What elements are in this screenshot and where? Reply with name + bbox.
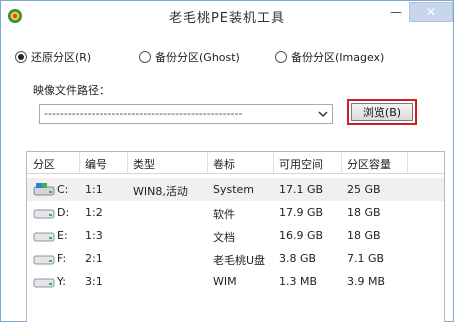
radio-indicator: [275, 51, 287, 63]
partition-number: 1:1: [85, 183, 103, 196]
partition-number: 1:2: [85, 206, 103, 219]
drive-icon: [33, 209, 55, 219]
radio-label: 备份分区(Ghost): [155, 51, 240, 64]
volume-label: System: [213, 183, 255, 196]
minimize-button[interactable]: —: [383, 2, 409, 22]
volume-label: WIM: [213, 275, 237, 288]
drive-icon: [33, 255, 55, 265]
radio-checked-indicator: [15, 51, 27, 63]
system-drive-icon: [33, 183, 55, 196]
drive-letter: D:: [57, 206, 70, 219]
drive-letter: C:: [57, 183, 69, 196]
drive-icon: [33, 278, 55, 288]
table-row[interactable]: Y: 3:1 WIM 1.3 MB 3.9 MB: [27, 270, 444, 293]
radio-indicator: [139, 51, 151, 63]
column-header-label[interactable]: 卷标: [213, 156, 235, 172]
column-header-number[interactable]: 编号: [85, 156, 107, 172]
column-header-capacity[interactable]: 分区容量: [347, 156, 391, 172]
image-path-label: 映像文件路径：: [33, 84, 110, 97]
drive-letter: F:: [57, 252, 67, 265]
column-header-partition[interactable]: 分区: [33, 156, 55, 172]
image-path-value: ----------------------------------------…: [44, 107, 243, 120]
image-path-combobox[interactable]: ----------------------------------------…: [39, 104, 333, 124]
table-row[interactable]: F: 2:1 老毛桃U盘 3.8 GB 7.1 GB: [27, 247, 444, 270]
partition-capacity: 3.9 MB: [347, 275, 386, 288]
column-header-free-space[interactable]: 可用空间: [279, 156, 323, 172]
chevron-down-icon[interactable]: [316, 107, 330, 121]
browse-highlight: 浏览(B): [347, 99, 417, 125]
partition-capacity: 25 GB: [347, 183, 381, 196]
volume-label: 软件: [213, 208, 235, 221]
partition-type: WIN8,活动: [133, 185, 188, 198]
partition-capacity: 18 GB: [347, 206, 381, 219]
table-header: 分区 编号 类型 卷标 可用空间 分区容量: [27, 152, 444, 174]
free-space: 17.1 GB: [279, 183, 324, 196]
browse-button[interactable]: 浏览(B): [351, 103, 413, 121]
radio-backup-ghost[interactable]: 备份分区(Ghost): [139, 49, 240, 65]
drive-letter: E:: [57, 229, 68, 242]
mode-radio-group: 还原分区(R) 备份分区(Ghost) 备份分区(Imagex): [15, 49, 445, 67]
partition-table[interactable]: 分区 编号 类型 卷标 可用空间 分区容量 C: 1:1 WIN8,活动 Sys…: [26, 151, 445, 322]
volume-label: 老毛桃U盘: [213, 254, 266, 267]
free-space: 1.3 MB: [279, 275, 318, 288]
radio-restore-partition[interactable]: 还原分区(R): [15, 49, 91, 65]
drive-letter: Y:: [57, 275, 66, 288]
volume-label: 文档: [213, 231, 235, 244]
radio-backup-imagex[interactable]: 备份分区(Imagex): [275, 49, 384, 65]
column-header-type[interactable]: 类型: [133, 156, 155, 172]
free-space: 17.9 GB: [279, 206, 324, 219]
partition-capacity: 7.1 GB: [347, 252, 385, 265]
drive-icon: [33, 232, 55, 242]
radio-label: 还原分区(R): [31, 51, 92, 64]
partition-capacity: 18 GB: [347, 229, 381, 242]
title-bar: 老毛桃PE装机工具 — ✕: [1, 1, 453, 31]
installer-window: 老毛桃PE装机工具 — ✕ 还原分区(R) 备份分区(Ghost) 备份分区(I…: [0, 0, 454, 322]
table-row[interactable]: D: 1:2 软件 17.9 GB 18 GB: [27, 201, 444, 224]
radio-label: 备份分区(Imagex): [291, 51, 385, 64]
free-space: 16.9 GB: [279, 229, 324, 242]
partition-number: 2:1: [85, 252, 103, 265]
table-row[interactable]: C: 1:1 WIN8,活动 System 17.1 GB 25 GB: [27, 178, 444, 201]
partition-number: 1:3: [85, 229, 103, 242]
free-space: 3.8 GB: [279, 252, 317, 265]
table-row[interactable]: E: 1:3 文档 16.9 GB 18 GB: [27, 224, 444, 247]
partition-number: 3:1: [85, 275, 103, 288]
close-button[interactable]: ✕: [409, 2, 453, 22]
